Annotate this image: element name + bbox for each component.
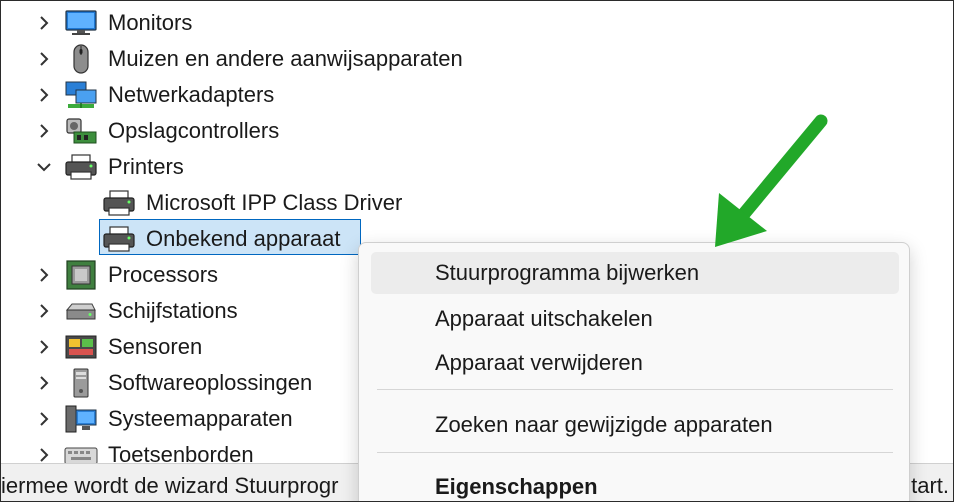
tree-item-label: Processors (108, 262, 219, 287)
tree-item-label: Microsoft IPP Class Driver (146, 190, 403, 215)
chevron-right-icon[interactable] (34, 265, 54, 285)
chevron-right-icon[interactable] (34, 373, 54, 393)
tree-item-label: Printers (108, 154, 184, 179)
menu-item-label: Apparaat verwijderen (435, 350, 643, 375)
tree-item-label: Onbekend apparaat (146, 226, 341, 251)
menu-item-uninstall-device[interactable]: Apparaat verwijderen (371, 342, 899, 384)
context-menu: Stuurprogramma bijwerken Apparaat uitsch… (358, 242, 910, 501)
annotation-arrow-icon (715, 114, 828, 247)
tree-item-label: Netwerkadapters (108, 82, 275, 107)
menu-item-label: Eigenschappen (435, 474, 598, 499)
device-manager-window: Monitors Muizen en andere aanwijsapparat… (0, 0, 954, 502)
network-adapter-icon (65, 81, 97, 108)
menu-item-properties[interactable]: Eigenschappen (371, 466, 899, 501)
monitor-icon (65, 10, 97, 35)
menu-item-label: Apparaat uitschakelen (435, 306, 653, 331)
tree-item-label: Opslagcontrollers (108, 118, 280, 143)
chevron-right-icon[interactable] (34, 121, 54, 141)
menu-item-label: Stuurprogramma bijwerken (435, 260, 700, 285)
processor-icon (66, 260, 96, 290)
chevron-right-icon[interactable] (34, 49, 54, 69)
menu-separator (377, 452, 893, 453)
tree-item-label: Softwareoplossingen (108, 370, 313, 395)
tree-item-mice[interactable]: Muizen en andere aanwijsapparaten (1, 41, 953, 77)
tree-item-label: Muizen en andere aanwijsapparaten (108, 46, 463, 71)
tree-item-monitors[interactable]: Monitors (1, 5, 953, 41)
chevron-right-icon[interactable] (34, 301, 54, 321)
tree-item-label: Systeemapparaten (108, 406, 293, 431)
status-text: iermee wordt de wizard Stuurprogr (1, 473, 339, 498)
chevron-right-icon[interactable] (34, 409, 54, 429)
printer-icon (65, 154, 97, 180)
chevron-down-icon[interactable] (34, 157, 54, 177)
printer-icon (103, 226, 135, 252)
disk-drive-icon (65, 303, 96, 320)
storage-controller-icon (66, 118, 97, 144)
menu-separator (377, 389, 893, 390)
menu-item-label: Zoeken naar gewijzigde apparaten (435, 412, 773, 437)
chevron-right-icon[interactable] (34, 13, 54, 33)
printer-icon (103, 190, 135, 216)
mouse-icon (73, 44, 89, 74)
chevron-right-icon[interactable] (34, 445, 54, 465)
chevron-right-icon[interactable] (34, 85, 54, 105)
sensor-icon (65, 335, 97, 359)
menu-item-scan-for-hardware-changes[interactable]: Zoeken naar gewijzigde apparaten (371, 404, 899, 446)
status-text-end: tart. (911, 473, 949, 498)
chevron-right-icon[interactable] (34, 337, 54, 357)
menu-item-disable-device[interactable]: Apparaat uitschakelen (371, 298, 899, 340)
tree-item-label: Sensoren (108, 334, 203, 359)
tree-item-network-adapters[interactable]: Netwerkadapters (1, 77, 953, 113)
tree-item-label: Schijfstations (108, 298, 238, 323)
software-component-icon (73, 368, 89, 398)
tree-item-label: Monitors (108, 10, 193, 35)
system-devices-icon (65, 405, 97, 433)
